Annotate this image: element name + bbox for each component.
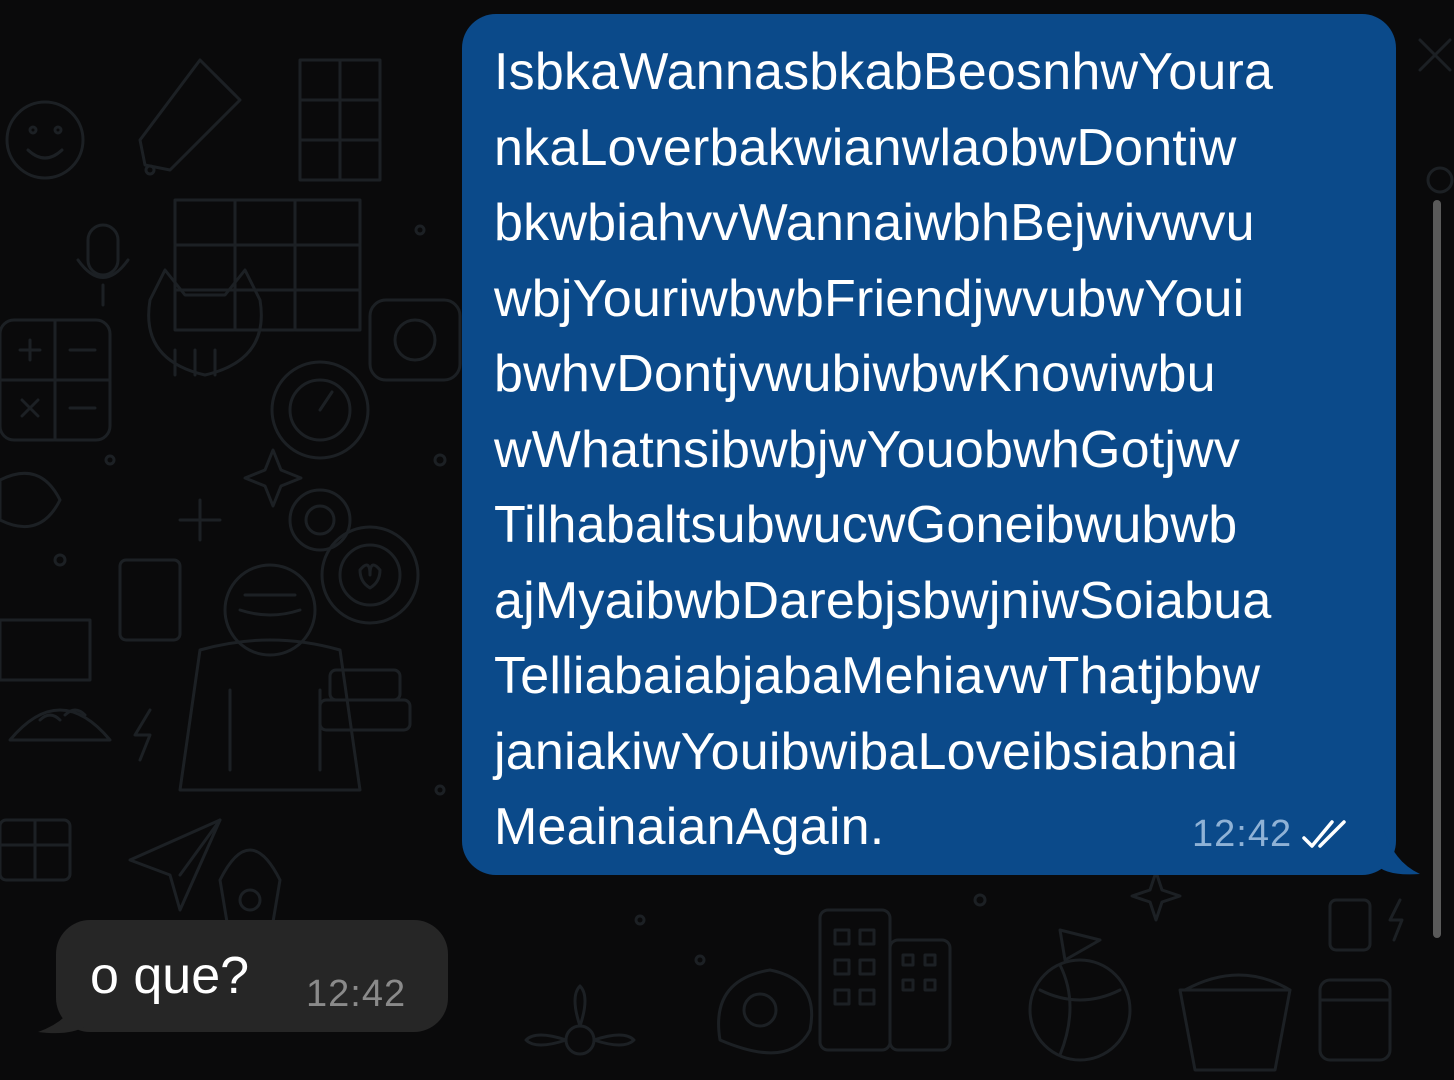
chat-area: IsbkaWannasbkabBeosnhwYoura nkaLoverbakw… (0, 0, 1454, 1080)
message-line: wbjYouriwbwbFriendjwvubwYoui (494, 269, 1245, 328)
message-line: TelliabaiabjabaMehiavwThatjbbw (494, 647, 1261, 705)
scrollbar[interactable] (1433, 200, 1441, 938)
message-line: bkwbiahvvWannaiwbhBejwivwvu (494, 194, 1255, 252)
message-line: TilhabaltsubwucwGoneibwubwb (494, 496, 1238, 554)
incoming-message-time: 12:42 (306, 973, 407, 1015)
message-line: IsbkaWannasbkabBeosnhwYoura (494, 43, 1274, 101)
message-line: wWhatnsibwbjwYouobwhGotjwv (494, 420, 1241, 479)
double-check-read-icon (1302, 820, 1346, 848)
message-line: nkaLoverbakwianwlaobwDontiw (494, 118, 1237, 177)
incoming-message-text: o que? (90, 947, 250, 1005)
outgoing-message-text: IsbkaWannasbkabBeosnhwYoura nkaLoverbakw… (494, 35, 1374, 866)
outgoing-message-time: 12:42 (1192, 812, 1293, 855)
outgoing-bubble-tail (1380, 830, 1420, 875)
message-line: ajMyaibwbDarebjsbwjniwSoiabua (494, 571, 1272, 630)
message-line: bwhvDontjvwubiwbwKnowiwbu (494, 345, 1216, 403)
incoming-bubble-tail (38, 990, 86, 1034)
message-line: janiakiwYouibwibaLoveibsiabnai (494, 722, 1239, 781)
outgoing-message-meta: 12:42 (1192, 812, 1356, 856)
